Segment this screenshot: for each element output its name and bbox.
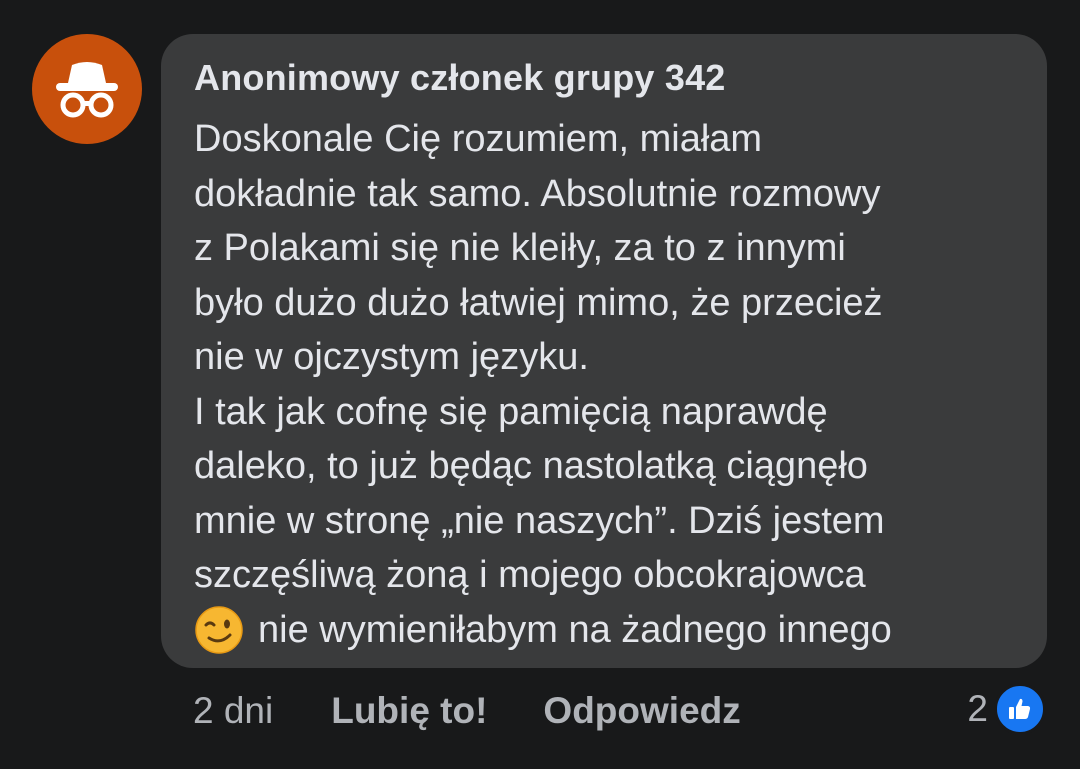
comment-line-last: nie wymieniłabym na żadnego innego [194,603,1013,658]
avatar[interactable] [32,34,142,144]
comment-line: było dużo dużo łatwiej mimo, że przecież [194,281,883,324]
comment-line: daleko, to już będąc nastolatką ciągnęło [194,445,868,487]
comment-actions: 2 dni Lubię to! Odpowiedz [193,688,741,734]
comment-author[interactable]: Anonimowy członek grupy 342 [194,56,1013,100]
comment-text: Doskonale Cię rozumiem, miałam dokładnie… [194,112,1013,657]
comment-line: Doskonale Cię rozumiem, miałam [194,118,763,160]
comment-bubble: Anonimowy członek grupy 342 Doskonale Ci… [161,34,1047,668]
winking-face-icon [195,606,243,654]
comment-line: szczęśliwą żoną i mojego obcokrajowca [194,554,866,596]
reply-button[interactable]: Odpowiedz [543,690,740,732]
like-button[interactable]: Lubię to! [331,690,487,732]
comment-line: mnie w stronę „nie naszych”. Dziś jestem [194,499,885,542]
comment-line: z Polakami się nie kleiły, za to z innym… [194,227,846,269]
comment-line-text: nie wymieniłabym na żadnego innego [258,608,892,651]
comment-line: dokładnie tak samo. Absolutnie rozmowy [194,172,881,215]
comment-timestamp[interactable]: 2 dni [193,690,273,732]
comment-line: I tak jak cofnę się pamięcią naprawdę [194,390,828,433]
incognito-icon [56,62,118,118]
reactions-summary[interactable]: 2 [967,683,1046,735]
thumbs-up-icon [994,683,1046,735]
reaction-count: 2 [967,688,988,729]
comment-line: nie w ojczystym języku. [194,336,589,378]
